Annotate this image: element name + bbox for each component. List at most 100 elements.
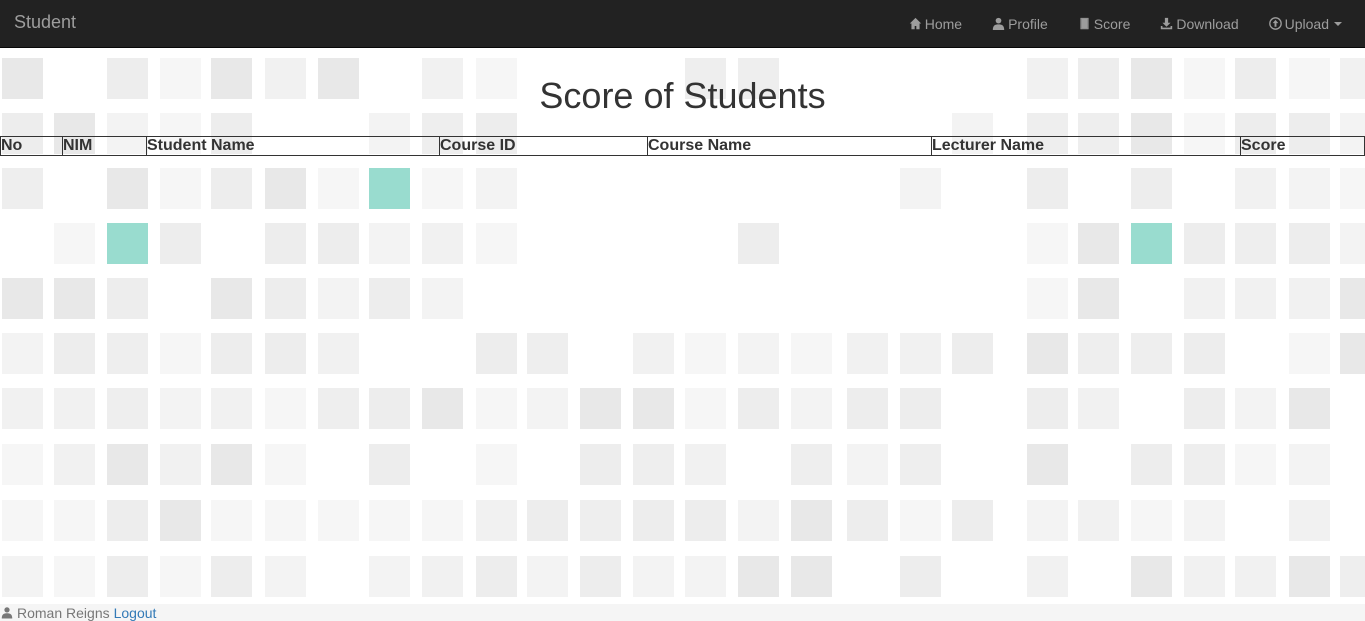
navbar-brand[interactable]: Student [14, 12, 76, 33]
background-tile [633, 388, 674, 429]
background-tile [1289, 168, 1330, 209]
background-tile [265, 333, 306, 374]
background-tile [1131, 168, 1172, 209]
background-tile [160, 168, 201, 209]
background-tile [1340, 556, 1365, 597]
column-header-student-name: Student Name [146, 136, 440, 156]
background-accent-tile [1131, 223, 1172, 264]
background-tile [791, 556, 832, 597]
background-tile [1289, 333, 1330, 374]
background-tile [265, 500, 306, 541]
navbar-menu: Home Profile Score Download Upload [894, 0, 1357, 47]
background-tile [107, 333, 148, 374]
background-tile [1289, 278, 1330, 319]
background-tile [527, 556, 568, 597]
background-tile [685, 444, 726, 485]
background-tile [422, 556, 463, 597]
background-tile [1340, 223, 1365, 264]
background-tile [1235, 556, 1276, 597]
background-tile [847, 333, 888, 374]
score-table: No NIM Student Name Course ID Course Nam… [0, 136, 1365, 156]
background-tile [1078, 278, 1119, 319]
background-tile [633, 556, 674, 597]
background-tile [633, 333, 674, 374]
background-tile [476, 556, 517, 597]
background-tile [527, 388, 568, 429]
download-icon [1161, 17, 1173, 30]
background-tile [107, 388, 148, 429]
background-tile [791, 333, 832, 374]
background-tile [160, 223, 201, 264]
background-tile [580, 388, 621, 429]
background-tile [633, 444, 674, 485]
background-tile [1235, 278, 1276, 319]
background-tile [265, 278, 306, 319]
logout-link[interactable]: Logout [114, 605, 157, 621]
background-tile [1027, 168, 1068, 209]
background-tile [369, 444, 410, 485]
background-tile [847, 444, 888, 485]
background-tile [685, 333, 726, 374]
nav-profile-label: Profile [1008, 15, 1048, 32]
nav-upload-label: Upload [1284, 15, 1329, 32]
background-tile [1184, 500, 1225, 541]
column-header-course-name: Course Name [647, 136, 932, 156]
background-tile [1235, 223, 1276, 264]
background-tile [2, 500, 43, 541]
home-icon [909, 17, 921, 30]
background-tile [160, 333, 201, 374]
background-tile [1235, 168, 1276, 209]
nav-home-link[interactable]: Home [894, 0, 977, 47]
background-tile [1027, 278, 1068, 319]
background-tile [2, 388, 43, 429]
background-tile [1027, 333, 1068, 374]
background-tile [54, 278, 95, 319]
background-tile [1078, 333, 1119, 374]
background-tile [160, 500, 201, 541]
background-tile [633, 500, 674, 541]
background-tile [54, 223, 95, 264]
nav-download-link[interactable]: Download [1145, 0, 1253, 47]
background-tile [107, 278, 148, 319]
background-tile-pattern [0, 48, 1365, 604]
background-tile [369, 223, 410, 264]
background-tile [1131, 333, 1172, 374]
user-icon [1, 607, 13, 619]
background-tile [318, 388, 359, 429]
background-tile [900, 500, 941, 541]
background-tile [1131, 500, 1172, 541]
background-tile [1340, 278, 1365, 319]
background-tile [900, 388, 941, 429]
nav-upload-dropdown[interactable]: Upload [1254, 0, 1357, 47]
background-tile [1027, 388, 1068, 429]
background-tile [54, 333, 95, 374]
background-tile [54, 500, 95, 541]
background-tile [685, 556, 726, 597]
background-tile [107, 168, 148, 209]
nav-download-label: Download [1176, 15, 1239, 32]
page-title: Score of Students [539, 75, 826, 116]
background-tile [422, 223, 463, 264]
background-tile [527, 333, 568, 374]
background-tile [369, 278, 410, 319]
background-tile [791, 388, 832, 429]
background-tile [265, 444, 306, 485]
background-tile [580, 500, 621, 541]
background-tile [1027, 556, 1068, 597]
background-tile [1289, 444, 1330, 485]
background-tile [1289, 556, 1330, 597]
background-tile [54, 444, 95, 485]
footer-bar: Roman Reigns Logout [0, 604, 1365, 621]
nav-profile-link[interactable]: Profile [977, 0, 1063, 47]
background-tile [1235, 388, 1276, 429]
background-tile [1027, 500, 1068, 541]
caret-down-icon [1334, 21, 1342, 26]
background-accent-tile [369, 168, 410, 209]
background-tile [265, 223, 306, 264]
background-tile [738, 556, 779, 597]
background-tile [160, 444, 201, 485]
nav-score-link[interactable]: Score [1063, 0, 1146, 47]
background-tile [211, 388, 252, 429]
background-tile [685, 500, 726, 541]
background-tile [952, 333, 993, 374]
